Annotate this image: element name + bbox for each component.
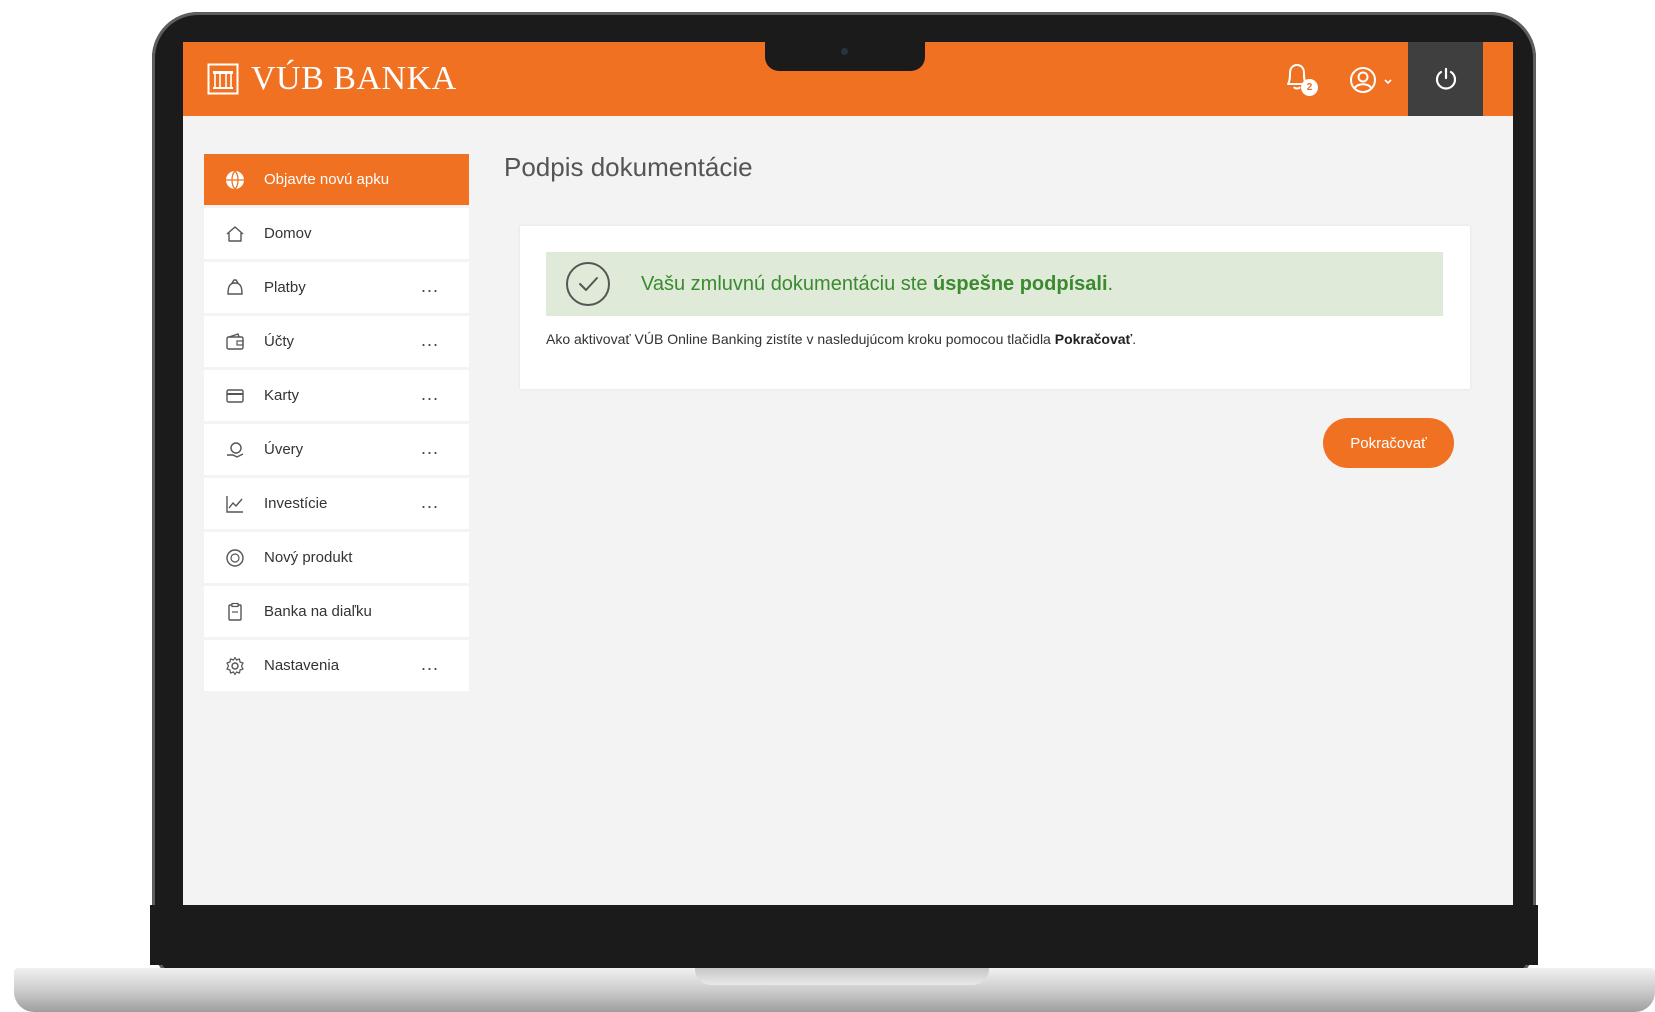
user-menu-button[interactable] bbox=[1348, 63, 1400, 97]
info-message: Ako aktivovať VÚB Online Banking zistíte… bbox=[546, 331, 1136, 347]
wallet-icon bbox=[224, 331, 246, 353]
bank-name: VÚB BANKA bbox=[251, 60, 457, 97]
sidebar-item-investments[interactable]: Investície ... bbox=[204, 478, 469, 529]
user-icon bbox=[1350, 67, 1376, 93]
clipboard-icon bbox=[224, 601, 246, 623]
sidebar-item-label: Nastavenia bbox=[264, 657, 340, 674]
success-message-suffix: . bbox=[1107, 272, 1114, 295]
logout-button[interactable] bbox=[1408, 42, 1483, 116]
sidebar-item-cards[interactable]: Karty ... bbox=[204, 370, 469, 421]
card-icon bbox=[224, 385, 246, 407]
check-circle-icon bbox=[566, 262, 610, 306]
power-icon bbox=[1435, 67, 1456, 90]
sidebar-item-payments[interactable]: Platby ... bbox=[204, 262, 469, 313]
globe-icon bbox=[224, 169, 246, 191]
camera-notch bbox=[765, 42, 925, 71]
sidebar-item-label: Karty bbox=[264, 387, 300, 404]
success-message-prefix: Vašu zmluvnú dokumentáciu ste bbox=[641, 272, 934, 295]
sidebar-nav: Objavte novú apku Domov Platby ... Účty … bbox=[204, 154, 469, 694]
sidebar-item-home[interactable]: Domov bbox=[204, 208, 469, 259]
laptop-base bbox=[14, 968, 1655, 1012]
sidebar-item-settings[interactable]: Nastavenia ... bbox=[204, 640, 469, 691]
sidebar-item-label: Investície bbox=[264, 495, 328, 512]
sidebar-item-new-app[interactable]: Objavte novú apku bbox=[204, 154, 469, 205]
notifications-button[interactable]: 2 bbox=[1282, 61, 1322, 101]
payments-icon bbox=[224, 277, 246, 299]
sidebar-item-label: Nový produkt bbox=[264, 549, 353, 566]
sidebar-item-new-product[interactable]: Nový produkt bbox=[204, 532, 469, 583]
more-menu-button[interactable]: ... bbox=[421, 438, 439, 459]
bank-logo-icon bbox=[207, 63, 239, 95]
sidebar-item-label: Domov bbox=[264, 225, 312, 242]
chart-line-icon bbox=[224, 493, 246, 515]
more-menu-button[interactable]: ... bbox=[421, 492, 439, 513]
sidebar-item-label: Platby bbox=[264, 279, 306, 296]
chevron-down-icon bbox=[1384, 79, 1392, 85]
more-menu-button[interactable]: ... bbox=[421, 384, 439, 405]
sidebar-item-remote-bank[interactable]: Banka na diaľku bbox=[204, 586, 469, 637]
notification-badge: 2 bbox=[1301, 79, 1318, 96]
more-menu-button[interactable]: ... bbox=[421, 654, 439, 675]
camera-icon bbox=[841, 48, 848, 55]
home-icon bbox=[224, 223, 246, 245]
more-menu-button[interactable]: ... bbox=[421, 330, 439, 351]
success-message: Vašu zmluvnú dokumentáciu ste úspešne po… bbox=[641, 273, 1113, 296]
info-message-suffix: . bbox=[1132, 331, 1137, 347]
sidebar-item-loans[interactable]: Úvery ... bbox=[204, 424, 469, 475]
loan-icon bbox=[224, 439, 246, 461]
more-menu-button[interactable]: ... bbox=[421, 276, 439, 297]
gear-icon bbox=[224, 655, 246, 677]
success-banner: Vašu zmluvnú dokumentáciu ste úspešne po… bbox=[546, 252, 1443, 316]
app-screen: VÚB BANKA 2 Objavte novú apku Domov Plat… bbox=[183, 42, 1513, 905]
page-title: Podpis dokumentácie bbox=[504, 152, 753, 182]
continue-button[interactable]: Pokračovať bbox=[1323, 418, 1454, 468]
confirmation-card: Vašu zmluvnú dokumentáciu ste úspešne po… bbox=[520, 226, 1470, 389]
success-message-bold: úspešne podpísali bbox=[933, 272, 1108, 295]
sidebar-item-accounts[interactable]: Účty ... bbox=[204, 316, 469, 367]
new-product-icon bbox=[224, 547, 246, 569]
sidebar-item-label: Objavte novú apku bbox=[264, 171, 390, 188]
bank-logo[interactable]: VÚB BANKA bbox=[207, 60, 457, 98]
sidebar-item-label: Účty bbox=[264, 333, 294, 350]
info-message-prefix: Ako aktivovať VÚB Online Banking zistíte… bbox=[546, 331, 1055, 347]
info-message-bold: Pokračovať bbox=[1054, 331, 1133, 347]
sidebar-item-label: Úvery bbox=[264, 441, 304, 458]
laptop-bezel bbox=[150, 905, 1538, 965]
sidebar-item-label: Banka na diaľku bbox=[264, 603, 372, 620]
laptop-opening-groove bbox=[695, 968, 989, 985]
